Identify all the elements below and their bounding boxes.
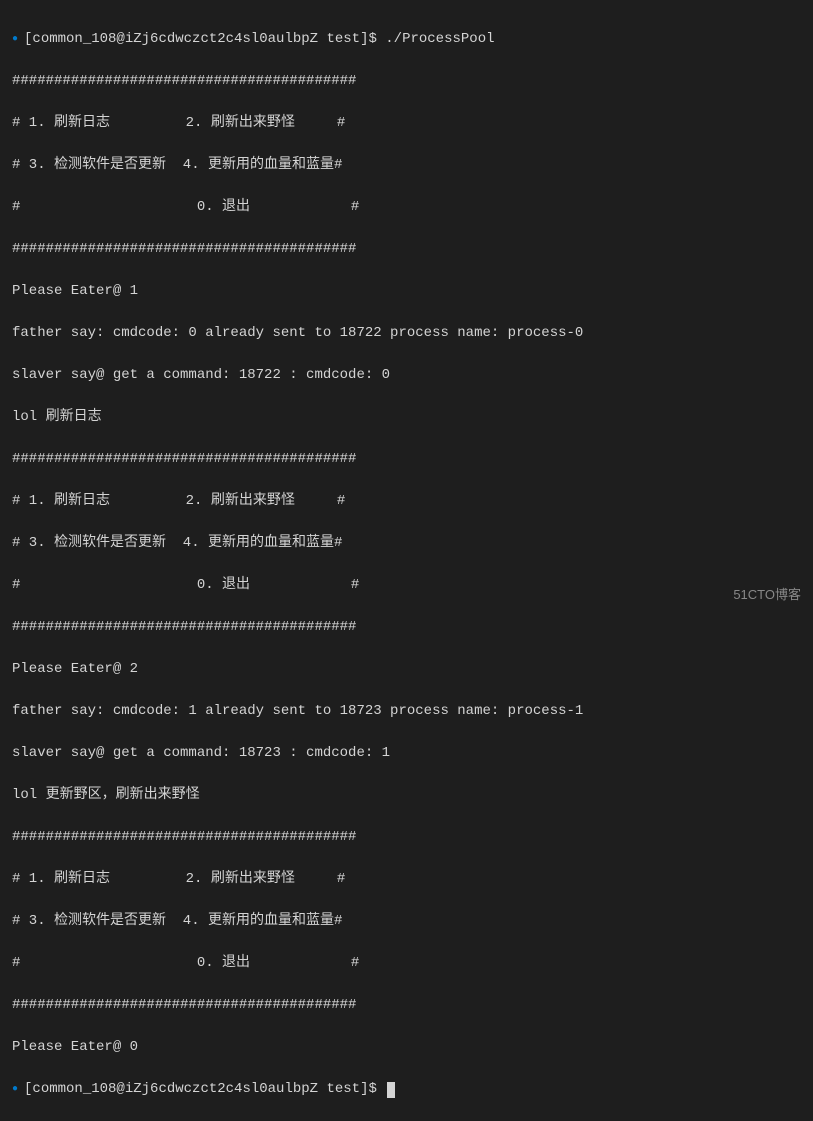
menu-option-0: # 0. 退出 # — [12, 953, 801, 974]
prompt-line-1: ● [common_108@iZj6cdwczct2c4sl0aulbpZ tes… — [12, 29, 801, 50]
lol-output-2: lol 更新野区，刷新出来野怪 — [12, 785, 801, 806]
menu-option-0: # 0. 退出 # — [12, 197, 801, 218]
slaver-output-2: slaver say@ get a command: 18723 : cmdco… — [12, 743, 801, 764]
menu-option-3-4: # 3. 检测软件是否更新 4. 更新用的血量和蓝量# — [12, 911, 801, 932]
terminal-output[interactable]: ● [common_108@iZj6cdwczct2c4sl0aulbpZ tes… — [12, 8, 801, 1121]
menu-option-1-2: # 1. 刷新日志 2. 刷新出来野怪 # — [12, 491, 801, 512]
cursor-icon[interactable] — [387, 1082, 395, 1098]
father-output-2: father say: cmdcode: 1 already sent to 1… — [12, 701, 801, 722]
menu-option-1-2: # 1. 刷新日志 2. 刷新出来野怪 # — [12, 113, 801, 134]
status-dot-icon: ● — [12, 1082, 18, 1097]
menu-option-3-4: # 3. 检测软件是否更新 4. 更新用的血量和蓝量# — [12, 533, 801, 554]
user-input-2: Please Eater@ 2 — [12, 659, 801, 680]
prompt-text: [common_108@iZj6cdwczct2c4sl0aulbpZ test… — [24, 29, 494, 50]
menu-divider: ########################################… — [12, 827, 801, 848]
father-output-1: father say: cmdcode: 0 already sent to 1… — [12, 323, 801, 344]
prompt-line-2: ● [common_108@iZj6cdwczct2c4sl0aulbpZ tes… — [12, 1079, 801, 1100]
menu-divider: ########################################… — [12, 995, 801, 1016]
menu-divider: ########################################… — [12, 449, 801, 470]
menu-option-0: # 0. 退出 # — [12, 575, 801, 596]
menu-option-3-4: # 3. 检测软件是否更新 4. 更新用的血量和蓝量# — [12, 155, 801, 176]
user-input-3: Please Eater@ 0 — [12, 1037, 801, 1058]
menu-divider: ########################################… — [12, 617, 801, 638]
menu-divider: ########################################… — [12, 71, 801, 92]
lol-output-1: lol 刷新日志 — [12, 407, 801, 428]
user-input-1: Please Eater@ 1 — [12, 281, 801, 302]
prompt-text: [common_108@iZj6cdwczct2c4sl0aulbpZ test… — [24, 1079, 385, 1100]
menu-option-1-2: # 1. 刷新日志 2. 刷新出来野怪 # — [12, 869, 801, 890]
menu-divider: ########################################… — [12, 239, 801, 260]
status-dot-icon: ● — [12, 32, 18, 47]
slaver-output-1: slaver say@ get a command: 18722 : cmdco… — [12, 365, 801, 386]
watermark-text: 51CTO博客 — [733, 585, 801, 605]
